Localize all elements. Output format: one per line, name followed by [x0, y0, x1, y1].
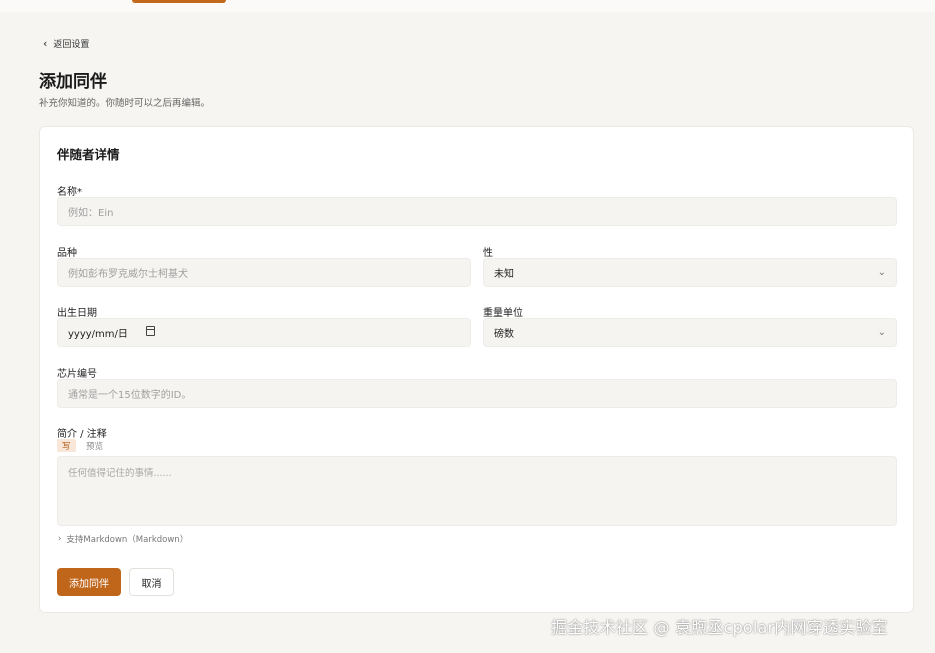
card-title: 伴随者详情: [57, 147, 120, 162]
sex-select-value: 未知: [494, 269, 514, 280]
top-bar: [0, 0, 935, 12]
chevron-down-icon: ⌄: [877, 327, 886, 338]
breed-input[interactable]: 例如彭布罗克威尔士柯基犬: [57, 258, 471, 287]
breed-label: 品种: [57, 248, 77, 259]
sex-label: 性: [483, 248, 493, 259]
active-nav-indicator: [132, 0, 226, 3]
chevron-left-icon: ‹: [43, 37, 48, 50]
calendar-icon[interactable]: [146, 326, 155, 336]
chip-label: 芯片编号: [57, 369, 97, 380]
birthdate-input[interactable]: yyyy/mm/日: [57, 318, 471, 347]
birthdate-label: 出生日期: [57, 308, 97, 319]
chevron-right-icon: ›: [58, 534, 62, 544]
chip-input[interactable]: 通常是一个15位数字的ID。: [57, 379, 897, 408]
cancel-button[interactable]: 取消: [129, 568, 174, 596]
name-label: 名称*: [57, 187, 82, 198]
tab-preview[interactable]: 预览: [86, 439, 103, 452]
page-title: 添加同伴: [39, 72, 107, 92]
notes-textarea[interactable]: 任何值得记住的事情......: [57, 456, 897, 526]
sex-select[interactable]: 未知 ⌄: [483, 258, 897, 287]
add-companion-button[interactable]: 添加同伴: [57, 568, 121, 596]
back-to-settings-link[interactable]: ‹ 返回设置: [43, 37, 89, 50]
markdown-hint-toggle[interactable]: › 支持Markdown（Markdown）: [58, 533, 188, 545]
watermark: 掘金技术社区 @ 袁煦丞cpolar内网穿透实验室: [551, 618, 888, 637]
weight-unit-select-value: 磅数: [494, 329, 514, 340]
page-subtitle: 补充你知道的。你随时可以之后再编辑。: [39, 98, 211, 109]
markdown-hint-label: 支持Markdown（Markdown）: [66, 535, 189, 545]
weight-unit-label: 重量单位: [483, 308, 523, 319]
companion-details-card: 伴随者详情 名称* 例如：Ein 品种 例如彭布罗克威尔士柯基犬 性 未知 ⌄ …: [39, 126, 914, 613]
name-input[interactable]: 例如：Ein: [57, 197, 897, 226]
birthdate-placeholder: yyyy/mm/日: [68, 329, 128, 340]
chevron-down-icon: ⌄: [877, 267, 886, 278]
notes-label: 简介 / 注释: [57, 429, 107, 440]
weight-unit-select[interactable]: 磅数 ⌄: [483, 318, 897, 347]
back-label: 返回设置: [53, 40, 90, 50]
tab-write[interactable]: 写: [57, 439, 76, 452]
